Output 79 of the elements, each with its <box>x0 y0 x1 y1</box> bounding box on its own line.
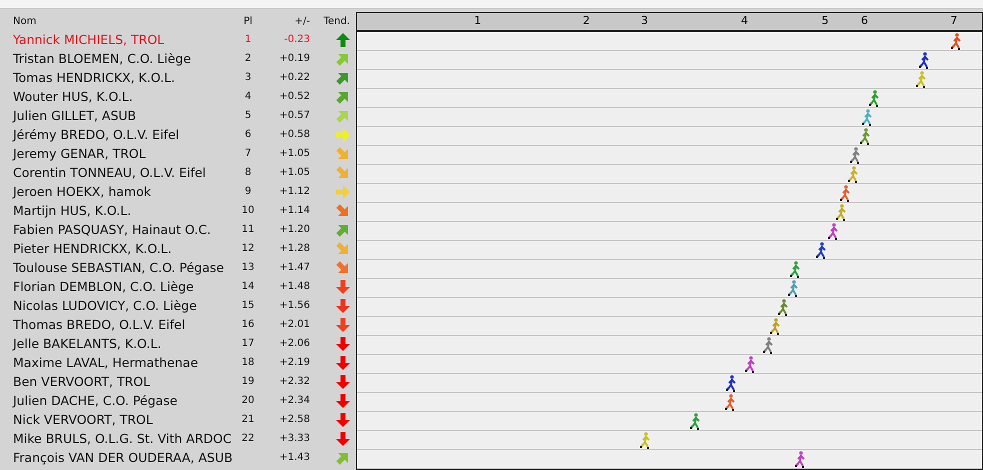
place-number: 2 <box>244 53 252 64</box>
place-number: 10 <box>240 205 256 216</box>
runner-name: Jeremy GENAR, TROL <box>11 146 147 161</box>
place-number: 18 <box>240 357 256 368</box>
time-difference: +3.33 <box>278 433 310 444</box>
diff-header: +/- <box>294 16 310 26</box>
time-difference: +2.01 <box>278 319 310 330</box>
place-number: 12 <box>240 243 256 254</box>
runner-name: Yannick MICHIELS, TROL <box>12 32 166 47</box>
place-number: 7 <box>244 148 252 159</box>
place-number: 3 <box>244 72 252 83</box>
place-number: 15 <box>240 300 256 311</box>
time-difference: +1.20 <box>278 224 310 235</box>
runner-name: Wouter HUS, K.O.L. <box>12 89 134 104</box>
place-number: 21 <box>240 414 256 425</box>
time-difference: +0.57 <box>278 110 310 121</box>
place-number: 14 <box>240 281 256 292</box>
place-number: 1 <box>244 34 252 45</box>
time-difference: +0.58 <box>278 129 310 140</box>
time-difference: +1.05 <box>278 167 310 178</box>
place-number: 16 <box>240 319 256 330</box>
place-number: 8 <box>244 167 252 178</box>
runner-name: Maxime LAVAL, Hermathenae <box>12 355 200 370</box>
runner-name: Tristan BLOEMEN, C.O. Liège <box>12 51 192 66</box>
time-difference: +2.06 <box>278 338 310 349</box>
place-number: 20 <box>240 395 256 406</box>
place-number: 13 <box>240 262 256 273</box>
runner-name: Fabien PASQUASY, Hainaut O.C. <box>12 222 212 237</box>
time-difference: +1.56 <box>278 300 310 311</box>
time-difference: +1.47 <box>278 262 310 273</box>
time-difference: +1.48 <box>278 281 310 292</box>
runner-name: Florian DEMBLON, C.O. Liège <box>12 279 195 294</box>
time-difference: +0.52 <box>278 91 310 102</box>
time-difference: -0.23 <box>283 34 310 45</box>
trend-header: Tend. <box>322 16 351 26</box>
place-number: 9 <box>244 186 252 197</box>
place-number: 4 <box>244 91 252 102</box>
runner-name: François VAN DER OUDERAA, ASUB <box>12 450 232 465</box>
runner-name: Mike BRULS, O.L.G. St. Vith ARDOC <box>12 431 232 446</box>
runner-name: Jeroen HOEKX, hamok <box>11 184 152 199</box>
runner-name: Martijn HUS, K.O.L. <box>12 203 132 218</box>
time-difference: +0.19 <box>278 53 310 64</box>
place-number: 22 <box>240 433 256 444</box>
place-number: 17 <box>240 338 256 349</box>
place-header: Pl <box>242 16 254 26</box>
runner-name: Julien DACHE, C.O. Pégase <box>11 393 178 408</box>
runner-name: Toulouse SEBASTIAN, C.O. Pégase <box>12 260 225 275</box>
time-difference: +2.34 <box>278 395 310 406</box>
runner-name: Jérémy BREDO, O.L.V. Eifel <box>11 127 180 142</box>
time-difference: +2.19 <box>278 357 310 368</box>
place-number: 5 <box>244 110 252 121</box>
place-number: 19 <box>240 376 256 387</box>
time-difference: +0.22 <box>278 72 310 83</box>
time-difference: +2.32 <box>278 376 310 387</box>
runner-name: Corentin TONNEAU, O.L.V. Eifel <box>12 165 207 180</box>
place-number: 6 <box>244 129 252 140</box>
time-difference: +1.43 <box>278 452 310 463</box>
runner-name: Nicolas LUDOVICY, C.O. Liège <box>12 298 198 313</box>
time-difference: +2.58 <box>278 414 310 425</box>
time-difference: +1.28 <box>278 243 310 254</box>
control-number: 5 <box>822 14 829 27</box>
control-number: 1 <box>474 14 482 27</box>
time-difference: +1.05 <box>278 148 310 159</box>
control-number: 4 <box>741 14 748 27</box>
place-number: 11 <box>240 224 256 235</box>
name-header: Nom <box>12 16 38 26</box>
time-difference: +1.12 <box>278 186 310 197</box>
time-difference: +1.14 <box>278 205 310 216</box>
runner-name: Julien GILLET, ASUB <box>11 108 138 123</box>
runner-name: Jelle BAKELANTS, K.O.L. <box>11 336 162 351</box>
control-number: 6 <box>861 14 868 27</box>
runner-name: Nick VERVOORT, TROL <box>12 412 154 427</box>
runner-name: Pieter HENDRICKX, K.O.L. <box>12 241 173 256</box>
control-number: 3 <box>641 14 648 27</box>
control-number: 2 <box>582 14 590 27</box>
runner-name: Ben VERVOORT, TROL <box>12 374 152 389</box>
runner-name: Tomas HENDRICKX, K.O.L. <box>12 70 176 85</box>
control-number: 7 <box>950 14 958 27</box>
runner-name: Thomas BREDO, O.L.V. Eifel <box>12 317 186 332</box>
